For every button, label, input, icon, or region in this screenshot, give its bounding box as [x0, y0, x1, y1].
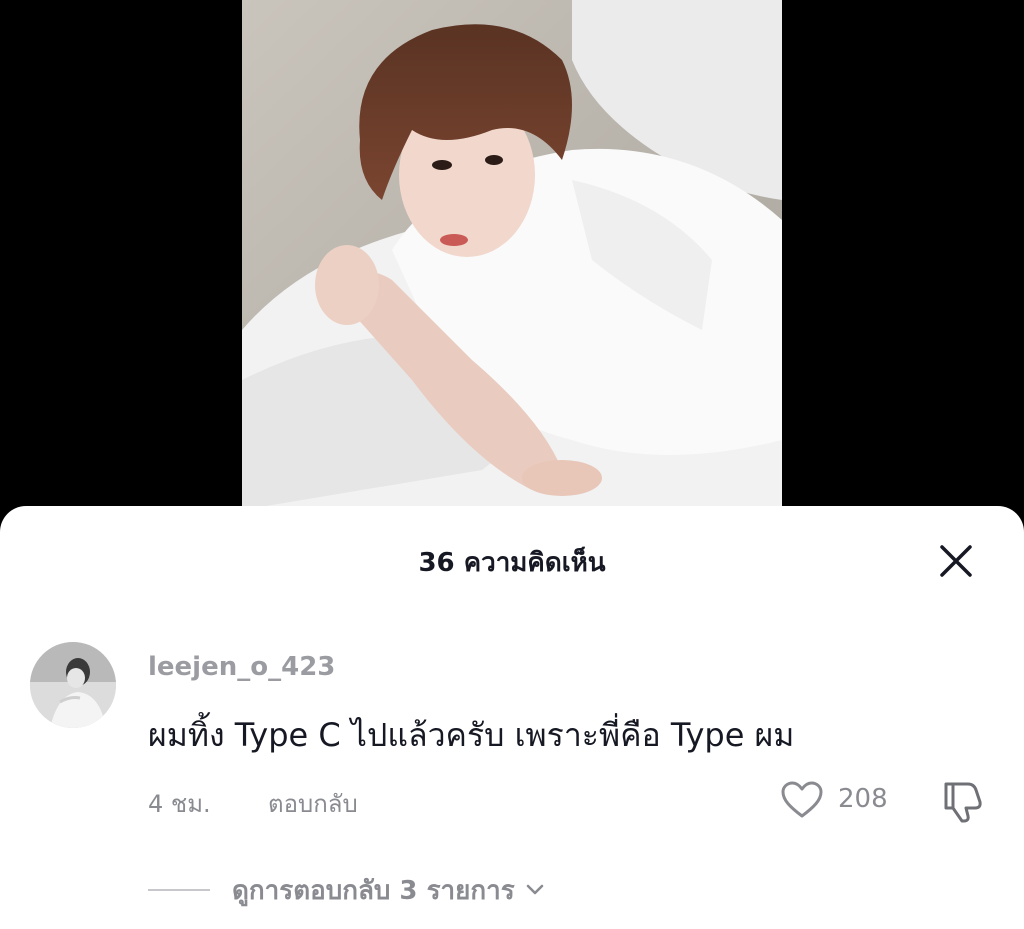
- close-icon: [940, 545, 972, 577]
- avatar[interactable]: [30, 642, 116, 728]
- chevron-down-icon: [526, 884, 543, 895]
- replies-divider: [148, 889, 210, 891]
- comment-timestamp: 4 ชม.: [148, 790, 211, 818]
- photo-illustration: [242, 0, 782, 510]
- comments-count-title: 36 ความคิดเห็น: [418, 548, 606, 578]
- avatar-image: [30, 642, 116, 728]
- heart-outline-icon: [781, 781, 823, 818]
- comment-username[interactable]: leejen_o_423: [148, 652, 335, 682]
- view-replies-button[interactable]: ดูการตอบกลับ 3 รายการ: [148, 870, 547, 910]
- thumbs-down-icon: [944, 782, 982, 823]
- like-button[interactable]: [780, 780, 824, 820]
- view-replies-label: ดูการตอบกลับ 3 รายการ: [232, 875, 515, 906]
- dislike-button[interactable]: [938, 778, 984, 824]
- comments-sheet: 36 ความคิดเห็น leejen_o_423 ผมทิ้ง Type …: [0, 506, 1024, 929]
- like-count: 208: [838, 784, 888, 814]
- post-photo: [242, 0, 782, 510]
- video-backdrop: [0, 0, 1024, 520]
- close-button[interactable]: [934, 539, 978, 583]
- comment-text: ผมทิ้ง Type C ไปแล้วครับ เพราะพี่คือ Typ…: [148, 716, 795, 754]
- reply-button[interactable]: ตอบกลับ: [268, 784, 358, 823]
